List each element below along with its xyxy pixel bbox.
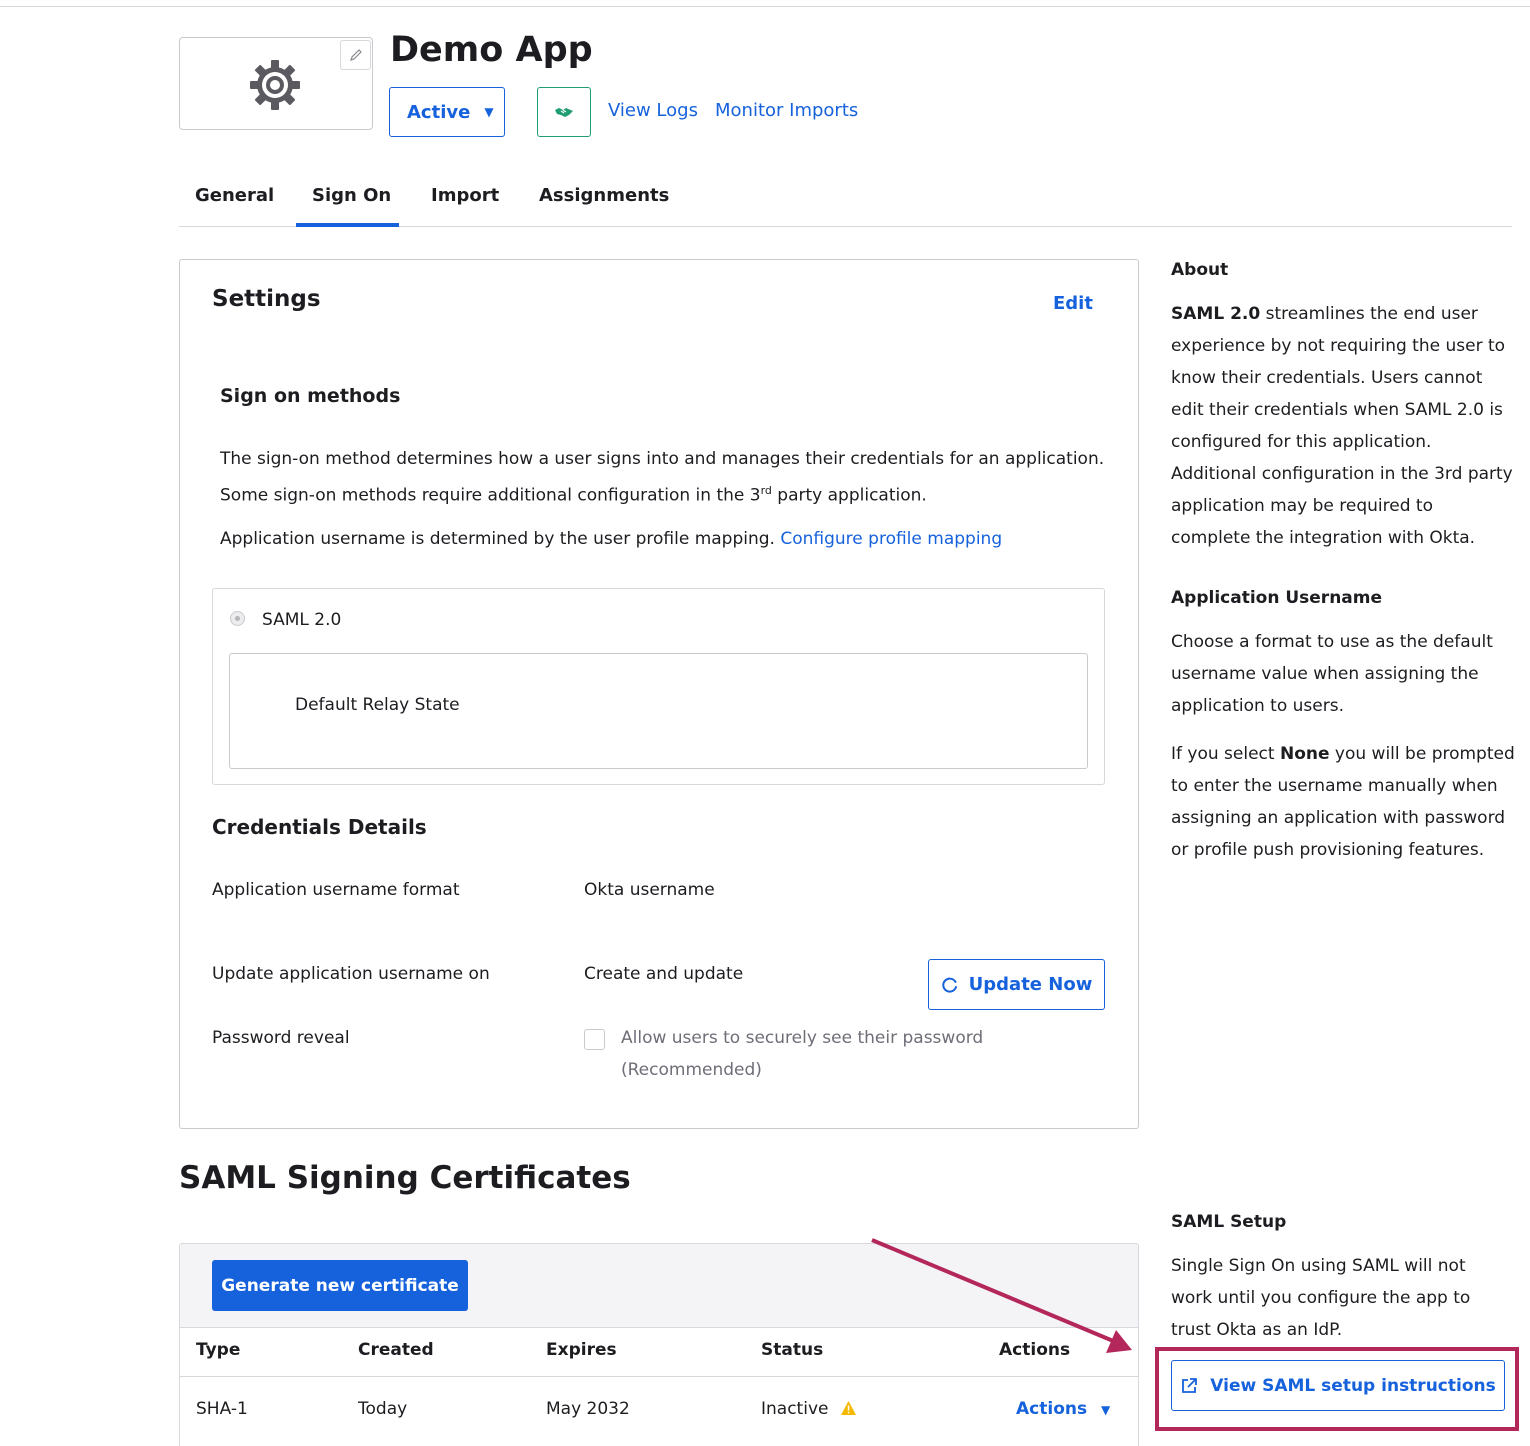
username-desc-text: Application username is determined by th…	[220, 529, 775, 549]
about-text: SAML 2.0 streamlines the end user experi…	[1171, 298, 1516, 554]
settings-title: Settings	[212, 286, 321, 312]
username-format-value: Okta username	[584, 880, 715, 900]
credentials-details-title: Credentials Details	[212, 815, 427, 839]
status-dropdown[interactable]: Active ▼	[389, 87, 505, 137]
monitor-imports-link[interactable]: Monitor Imports	[715, 100, 858, 121]
cell-expires: May 2032	[546, 1399, 630, 1419]
methods-desc-sup: rd	[760, 484, 772, 497]
edit-logo-button[interactable]	[340, 40, 371, 70]
top-divider	[0, 6, 1530, 7]
saml-setup-title: SAML Setup	[1171, 1212, 1287, 1232]
none-option-text: If you select None you will be prompted …	[1171, 738, 1516, 866]
push-groups-button[interactable]	[537, 87, 591, 137]
password-reveal-checkbox[interactable]	[584, 1029, 605, 1050]
view-logs-link[interactable]: View Logs	[608, 100, 698, 121]
cell-created: Today	[358, 1399, 408, 1419]
tab-import[interactable]: Import	[431, 185, 499, 206]
none-pre: If you select	[1171, 744, 1280, 764]
update-on-label: Update application username on	[212, 964, 490, 984]
active-tab-indicator	[296, 223, 399, 227]
update-on-value: Create and update	[584, 964, 744, 984]
methods-desc-line-2: Some sign-on methods require additional …	[220, 475, 1120, 512]
chevron-down-icon: ▼	[484, 105, 494, 119]
pencil-icon	[349, 49, 362, 61]
methods-desc-line-1: The sign-on method determines how a user…	[220, 449, 1105, 469]
table-header-divider	[180, 1376, 1138, 1377]
about-body: streamlines the end user experience by n…	[1171, 304, 1513, 548]
generate-certificate-button[interactable]: Generate new certificate	[212, 1260, 468, 1311]
warning-icon	[840, 1401, 856, 1415]
page-title: Demo App	[390, 30, 593, 70]
status-text: Inactive	[761, 1399, 829, 1419]
password-reveal-option: Allow users to securely see their passwo…	[621, 1028, 984, 1048]
saml-option-label: SAML 2.0	[262, 610, 342, 630]
update-now-label: Update Now	[968, 974, 1093, 995]
certificates-title: SAML Signing Certificates	[179, 1160, 631, 1196]
configure-profile-mapping-link[interactable]: Configure profile mapping	[780, 529, 1002, 549]
methods-desc-2b: party application.	[771, 485, 927, 506]
methods-desc-2a: Some sign-on methods require additional …	[220, 485, 761, 506]
column-header-status: Status	[761, 1340, 824, 1360]
gear-icon	[250, 60, 300, 110]
update-now-button[interactable]: Update Now	[928, 959, 1105, 1010]
edit-settings-link[interactable]: Edit	[1053, 293, 1093, 314]
tab-sign-on[interactable]: Sign On	[312, 185, 391, 206]
refresh-icon	[941, 977, 957, 993]
default-relay-state-label: Default Relay State	[295, 695, 460, 715]
column-header-expires: Expires	[546, 1340, 617, 1360]
sign-on-methods-description: The sign-on method determines how a user…	[220, 443, 1120, 512]
tab-general[interactable]: General	[195, 185, 274, 206]
tab-assignments[interactable]: Assignments	[539, 185, 669, 206]
annotation-arrow-icon	[871, 1238, 1132, 1353]
sign-on-methods-title: Sign on methods	[220, 385, 401, 407]
column-header-created: Created	[358, 1340, 434, 1360]
cell-type: SHA-1	[196, 1399, 248, 1419]
handshake-icon	[555, 108, 573, 117]
status-label: Active	[407, 101, 471, 123]
saml-setup-text: Single Sign On using SAML will not work …	[1171, 1256, 1471, 1340]
chevron-down-icon: ▼	[1101, 1403, 1111, 1417]
annotation-highlight-box	[1155, 1347, 1519, 1431]
column-header-type: Type	[196, 1340, 241, 1360]
about-bold: SAML 2.0	[1171, 304, 1261, 324]
username-format-label: Application username format	[212, 880, 460, 900]
password-reveal-label: Password reveal	[212, 1028, 350, 1048]
cell-status: Inactive	[761, 1399, 857, 1419]
application-username-title: Application Username	[1171, 588, 1383, 608]
saml-radio[interactable]	[230, 611, 245, 626]
row-actions-dropdown[interactable]: Actions ▼	[1016, 1399, 1110, 1419]
username-description: Application username is determined by th…	[220, 523, 1120, 555]
row-actions-label: Actions	[1016, 1399, 1088, 1419]
application-username-text: Choose a format to use as the default us…	[1171, 632, 1493, 716]
about-title: About	[1171, 260, 1229, 280]
password-reveal-note: (Recommended)	[621, 1060, 762, 1080]
none-bold: None	[1279, 744, 1330, 764]
